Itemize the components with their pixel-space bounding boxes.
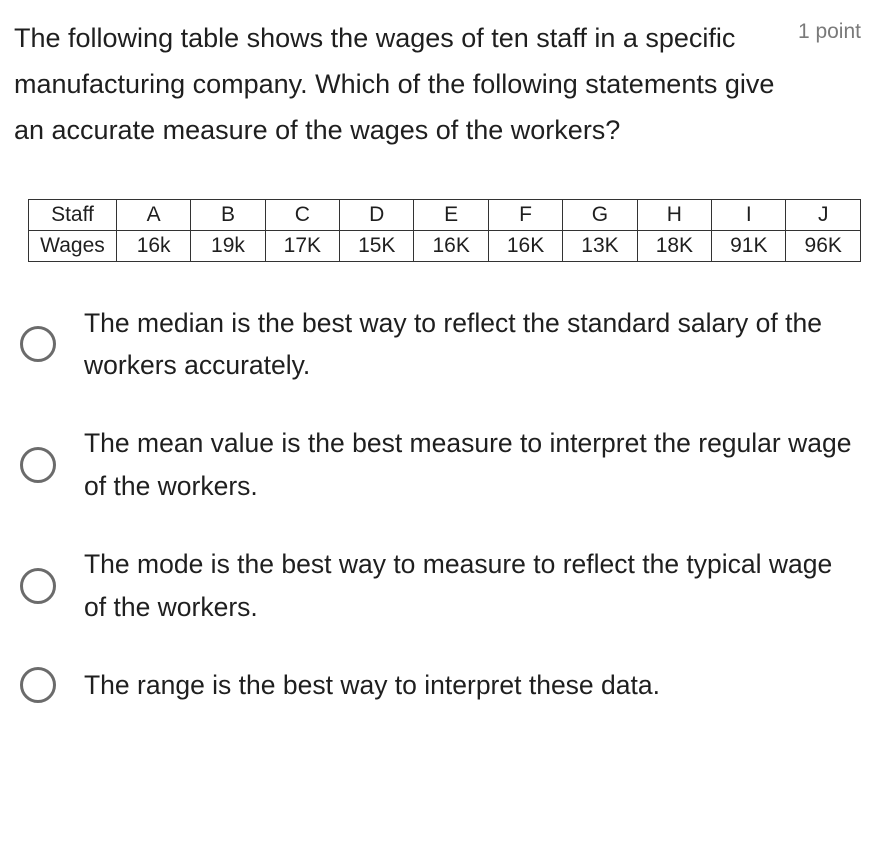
header-g: G [563,199,637,230]
header-e: E [414,199,488,230]
wages-table-wrap: Staff A B C D E F G H I J Wages 16k 19k … [28,199,861,262]
wage-b: 19k [191,230,265,261]
header-i: I [712,199,786,230]
radio-icon[interactable] [20,667,56,703]
wage-g: 13K [563,230,637,261]
option-4[interactable]: The range is the best way to interpret t… [20,664,861,706]
wage-a: 16k [116,230,190,261]
wage-e: 16K [414,230,488,261]
header-d: D [340,199,414,230]
header-j: J [786,199,861,230]
option-text: The mean value is the best measure to in… [84,422,861,507]
header-b: B [191,199,265,230]
header-a: A [116,199,190,230]
option-text: The mode is the best way to measure to r… [84,543,861,628]
wage-i: 91K [712,230,786,261]
wage-f: 16K [488,230,562,261]
table-header-row: Staff A B C D E F G H I J [29,199,861,230]
radio-icon[interactable] [20,568,56,604]
wage-j: 96K [786,230,861,261]
header-h: H [637,199,711,230]
wages-table: Staff A B C D E F G H I J Wages 16k 19k … [28,199,861,262]
wage-h: 18K [637,230,711,261]
option-1[interactable]: The median is the best way to reflect th… [20,302,861,387]
option-text: The median is the best way to reflect th… [84,302,861,387]
option-2[interactable]: The mean value is the best measure to in… [20,422,861,507]
wage-c: 17K [265,230,339,261]
table-data-row: Wages 16k 19k 17K 15K 16K 16K 13K 18K 91… [29,230,861,261]
question-text: The following table shows the wages of t… [14,16,778,154]
row-label-wages: Wages [29,230,117,261]
points-label: 1 point [798,16,861,44]
wage-d: 15K [340,230,414,261]
option-text: The range is the best way to interpret t… [84,664,660,706]
option-3[interactable]: The mode is the best way to measure to r… [20,543,861,628]
question-header: The following table shows the wages of t… [14,16,861,154]
header-c: C [265,199,339,230]
header-staff: Staff [29,199,117,230]
radio-icon[interactable] [20,326,56,362]
options-list: The median is the best way to reflect th… [14,302,861,707]
radio-icon[interactable] [20,447,56,483]
header-f: F [488,199,562,230]
